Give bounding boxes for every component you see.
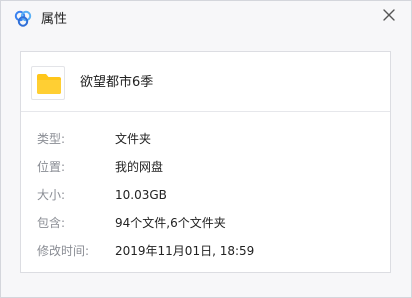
property-row-contains: 包含: 94个文件,6个文件夹	[37, 215, 377, 231]
property-label: 包含:	[37, 216, 66, 230]
property-row-modified: 修改时间: 2019年11月01日, 18:59	[37, 243, 377, 259]
property-row-size: 大小: 10.03GB	[37, 187, 377, 203]
window-title: 属性	[41, 12, 68, 27]
baidu-netdisk-cloud-icon	[13, 9, 33, 29]
file-name: 欲望都市6季	[80, 75, 154, 90]
property-label: 位置:	[37, 160, 66, 174]
close-icon[interactable]	[381, 7, 397, 23]
property-value: 94个文件,6个文件夹	[115, 216, 226, 230]
property-row-type: 类型: 文件夹	[37, 131, 377, 147]
property-value: 文件夹	[115, 132, 152, 146]
property-label: 大小:	[37, 188, 66, 202]
property-value: 2019年11月01日, 18:59	[115, 244, 255, 258]
property-value: 10.03GB	[115, 188, 167, 202]
file-header: 欲望都市6季	[21, 52, 390, 112]
properties-dialog: 属性 欲望都市6季 类型: 文件夹 位置: 我的网盘 大小: 10.03GB 包…	[0, 0, 412, 298]
property-value: 我的网盘	[115, 160, 164, 174]
property-label: 类型:	[37, 132, 66, 146]
property-row-location: 位置: 我的网盘	[37, 159, 377, 175]
properties-panel: 欲望都市6季 类型: 文件夹 位置: 我的网盘 大小: 10.03GB 包含: …	[20, 51, 391, 273]
title-bar[interactable]: 属性	[1, 1, 411, 38]
property-label: 修改时间:	[37, 244, 90, 258]
folder-icon	[31, 66, 65, 100]
